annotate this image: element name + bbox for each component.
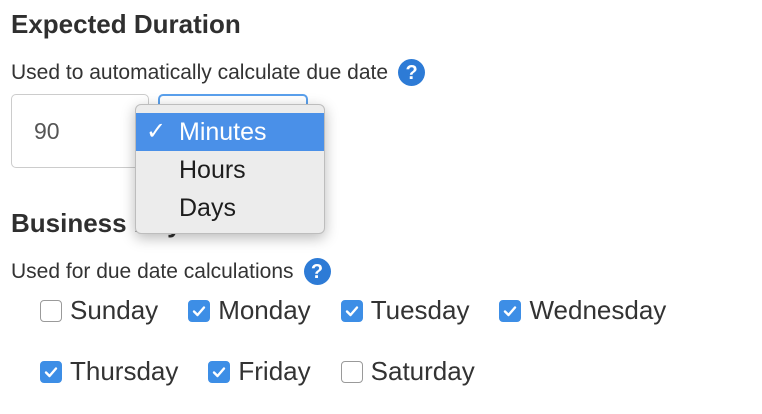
tuesday-checkbox[interactable] xyxy=(340,299,363,322)
duration-unit-dropdown: ✓ Minutes Hours Days xyxy=(135,104,325,234)
wednesday-checkbox[interactable] xyxy=(499,299,522,322)
unit-option-minutes[interactable]: ✓ Minutes xyxy=(136,113,324,151)
day-monday[interactable]: Monday xyxy=(188,295,311,326)
day-label: Tuesday xyxy=(370,295,470,325)
saturday-checkbox[interactable] xyxy=(340,360,363,383)
checkmark-icon xyxy=(192,305,206,316)
day-label: Monday xyxy=(218,295,311,325)
business-days-help: Used for due date calculations ? xyxy=(11,258,331,285)
unit-option-label: Minutes xyxy=(179,118,267,146)
form-root: Expected Duration Used to automatically … xyxy=(0,0,762,414)
unit-option-label: Hours xyxy=(179,156,246,184)
day-label: Friday xyxy=(238,356,311,386)
day-wednesday[interactable]: Wednesday xyxy=(499,295,666,326)
expected-duration-title: Expected Duration xyxy=(11,9,241,39)
checkmark-icon xyxy=(213,366,226,377)
day-saturday[interactable]: Saturday xyxy=(340,356,475,387)
day-label: Sunday xyxy=(70,295,159,325)
day-label: Wednesday xyxy=(529,295,667,325)
checkmark-icon xyxy=(504,305,517,316)
checkmark-icon xyxy=(345,305,358,316)
day-label: Thursday xyxy=(70,356,179,386)
checkmark-icon: ✓ xyxy=(146,118,167,145)
sunday-checkbox[interactable] xyxy=(40,299,62,322)
business-days-help-text: Used for due date calculations xyxy=(11,260,294,283)
day-sunday[interactable]: Sunday xyxy=(40,295,158,326)
business-days-row-2: Thursday Friday Saturday xyxy=(40,356,505,387)
thursday-checkbox[interactable] xyxy=(40,360,62,383)
day-thursday[interactable]: Thursday xyxy=(40,356,178,387)
expected-duration-help: Used to automatically calculate due date… xyxy=(11,59,426,86)
friday-checkbox[interactable] xyxy=(208,360,231,383)
duration-value-input[interactable] xyxy=(11,94,149,168)
expected-duration-help-text: Used to automatically calculate due date xyxy=(11,61,389,84)
unit-option-label: Days xyxy=(179,194,236,222)
question-circle-icon[interactable]: ? xyxy=(303,258,331,285)
unit-option-days[interactable]: Days xyxy=(136,189,324,227)
checkmark-icon xyxy=(44,366,58,377)
unit-option-hours[interactable]: Hours xyxy=(136,151,324,189)
day-friday[interactable]: Friday xyxy=(208,356,311,387)
day-label: Saturday xyxy=(370,356,475,386)
question-circle-icon[interactable]: ? xyxy=(398,59,426,86)
monday-checkbox[interactable] xyxy=(188,299,211,322)
day-tuesday[interactable]: Tuesday xyxy=(340,295,470,326)
business-days-row-1: Sunday Monday Tuesday Wednesday xyxy=(40,295,696,326)
